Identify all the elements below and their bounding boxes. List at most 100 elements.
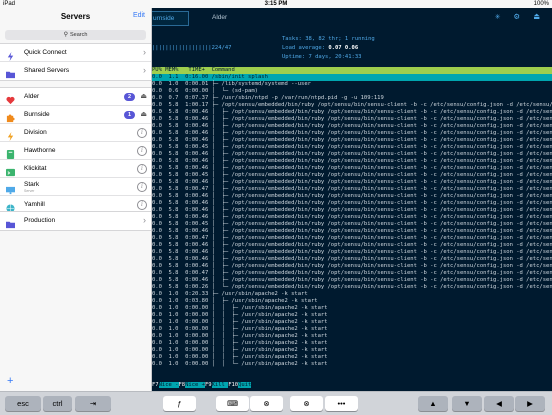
- keyboard-key[interactable]: ⌨: [216, 396, 249, 411]
- process-row: 0.0 5.8 0:00.46 │ ├─ /opt/sensu/embedded…: [152, 109, 552, 115]
- groups-section: Production ›: [0, 211, 151, 231]
- process-row: 0.0 5.8 0:00.46 │ ├─ /opt/sensu/embedded…: [152, 249, 552, 255]
- sidebar-item-label: Quick Connect: [24, 49, 67, 56]
- process-row: 0.0 1.0 0:00.00 │ │ ├─ /usr/sbin/apache2…: [152, 312, 328, 318]
- summary-key: Load average:: [282, 45, 329, 51]
- search-field[interactable]: ⚲ Search: [5, 30, 146, 40]
- process-row: 0.0 5.8 0:00.46 │ ├─ /opt/sensu/embedded…: [152, 214, 552, 220]
- sidebar-item-division[interactable]: Division i: [0, 124, 151, 142]
- function-key[interactable]: ƒ: [163, 396, 196, 411]
- sidebar-item-label: Stark: [24, 181, 40, 188]
- terminal-view[interactable]: urnside Alder ✳ ⚙ ⏏ Tasks: 38, 82 thr; 1…: [152, 8, 552, 391]
- function-key-label[interactable]: Kill: [211, 382, 229, 388]
- htop-summary-line: Uptime: 7 days, 20:41:33: [282, 54, 361, 61]
- puzzle-icon: [6, 110, 15, 123]
- sidebar-item-klickitat[interactable]: Klickitat i: [0, 160, 151, 178]
- process-row: 0.0 1.0 0:20.33 ├─ /usr/sbin/apache2 -k …: [152, 291, 308, 297]
- summary-key: Tasks:: [282, 36, 306, 42]
- summary-value: 7 days, 20:41:33: [308, 54, 362, 60]
- process-row: 0.0 5.8 0:00.46 │ ├─ /opt/sensu/embedded…: [152, 130, 552, 136]
- process-row: 0.0 5.8 0:00.47 │ ├─ /opt/sensu/embedded…: [152, 235, 552, 241]
- chevron-right-icon: ›: [143, 65, 146, 75]
- process-row: 0.0 5.8 0:00.46 │ ├─ /opt/sensu/embedded…: [152, 165, 552, 171]
- sidebar-item-shared-servers[interactable]: Shared Servers ›: [0, 62, 151, 80]
- function-key-f7[interactable]: F7: [152, 382, 159, 388]
- eject-icon[interactable]: ⏏: [140, 92, 147, 100]
- process-row: 0.0 5.8 0:00.47 │ ├─ /opt/sensu/embedded…: [152, 186, 552, 192]
- server-sidebar: Servers Edit ⚲ Search Quick Connect › Share…: [0, 8, 152, 391]
- process-row: 0.0 1.0 0:00.00 │ │ ├─ /usr/sbin/apache2…: [152, 319, 328, 325]
- process-row: 0.0 5.8 0:00.45 │ ├─ /opt/sensu/embedded…: [152, 221, 552, 227]
- eject-icon[interactable]: ⏏: [140, 110, 147, 118]
- sidebar-item-sublabel: Server: [24, 189, 35, 193]
- delete-key[interactable]: ⊗: [290, 396, 323, 411]
- sidebar-item-label: Production: [24, 217, 56, 224]
- tab-burnside[interactable]: urnside: [152, 11, 189, 26]
- battery-label: 100%: [533, 1, 549, 7]
- process-row: 0.0 1.0 0:00.00 │ │ ├─ /usr/sbin/apache2…: [152, 333, 328, 339]
- edit-button[interactable]: Edit: [133, 12, 145, 19]
- arrow-down-key[interactable]: ▼: [452, 396, 482, 411]
- ctrl-key[interactable]: ctrl: [43, 396, 72, 411]
- tab-bar: urnside Alder ✳ ⚙ ⏏: [152, 8, 552, 26]
- arrow-right-key[interactable]: ▶: [515, 396, 545, 411]
- function-key-label[interactable]: Nice -: [158, 382, 179, 388]
- process-row: 0.0 1.0 0:00.00 │ │ ├─ /usr/sbin/apache2…: [152, 305, 328, 311]
- sidebar-item-burnside[interactable]: Burnside 1 ⏏: [0, 106, 151, 124]
- info-icon[interactable]: i: [137, 182, 147, 192]
- chevron-right-icon: ›: [143, 215, 146, 225]
- process-row: 0.0 5.8 0:00.46 │ ├─ /opt/sensu/embedded…: [152, 242, 552, 248]
- process-row: 0.0 5.8 1:00.17 ├─ /opt/sensu/embedded/b…: [152, 102, 552, 108]
- process-row: 0.0 5.8 0:00.46 │ ├─ /opt/sensu/embedded…: [152, 123, 552, 129]
- sidebar-item-hawthorne[interactable]: Hawthorne i: [0, 142, 151, 160]
- info-icon[interactable]: i: [137, 200, 147, 210]
- esc-key[interactable]: esc: [5, 396, 41, 411]
- lightning-icon: [6, 128, 15, 141]
- sidebar-title: Servers: [60, 12, 91, 21]
- process-row: 0.0 5.8 0:00.46 │ ├─ /opt/sensu/embedded…: [152, 277, 552, 283]
- quick-section: Quick Connect › Shared Servers ›: [0, 43, 151, 81]
- process-row: 0.0 5.8 0:00.46 │ ├─ /opt/sensu/embedded…: [152, 200, 552, 206]
- htop-summary-line: Tasks: 38, 82 thr; 1 running: [282, 36, 375, 43]
- tab-alder[interactable]: Alder: [212, 14, 227, 21]
- sidebar-item-label: Division: [24, 129, 47, 136]
- function-key-label[interactable]: Quit: [238, 382, 252, 388]
- more-key[interactable]: •••: [325, 396, 358, 411]
- sparkle-icon[interactable]: ✳: [495, 12, 500, 22]
- search-placeholder: Search: [69, 32, 88, 38]
- process-row: 0.0 1.0 0:00.00 │ │ ├─ /usr/sbin/apache2…: [152, 340, 328, 346]
- info-icon[interactable]: i: [137, 146, 147, 156]
- sidebar-item-quick-connect[interactable]: Quick Connect ›: [0, 44, 151, 62]
- clear-key[interactable]: ⊗: [250, 396, 283, 411]
- arrow-up-key[interactable]: ▲: [418, 396, 448, 411]
- process-row: 0.0 5.8 0:00.47 │ ├─ /opt/sensu/embedded…: [152, 270, 552, 276]
- process-row: 0.0 5.8 0:00.26 │ └─ /opt/sensu/embedded…: [152, 284, 552, 290]
- sidebar-item-label: Klickitat: [24, 165, 47, 172]
- sidebar-item-alder[interactable]: Alder 2 ⏏: [0, 88, 151, 106]
- sidebar-item-label: Hawthorne: [24, 147, 56, 154]
- process-row: 0.0 1.0 0:03.80 │ ├─ /usr/sbin/apache2 -…: [152, 298, 318, 304]
- process-table-header: PU% MEM% TIME+ Command: [152, 67, 552, 74]
- process-row: 0.0 5.8 0:00.46 │ ├─ /opt/sensu/embedded…: [152, 116, 552, 122]
- info-icon[interactable]: i: [137, 164, 147, 174]
- sidebar-item-label: Shared Servers: [24, 67, 70, 74]
- eject-icon[interactable]: ⏏: [534, 12, 539, 22]
- add-server-button[interactable]: +: [7, 376, 13, 387]
- function-key-f10[interactable]: F10: [228, 382, 239, 388]
- gear-icon[interactable]: ⚙: [514, 12, 519, 22]
- process-row: 0.0 5.8 0:00.46 │ ├─ /opt/sensu/embedded…: [152, 228, 552, 234]
- arrow-left-key[interactable]: ◀: [484, 396, 514, 411]
- function-key-f9[interactable]: F9: [205, 382, 212, 388]
- function-key-bar: F7Nice -F8Nice +F9Kill F10Quit: [152, 381, 552, 389]
- summary-value: 38, 82 thr; 1 running: [305, 36, 375, 42]
- process-row: 0.0 5.8 0:00.45 │ ├─ /opt/sensu/embedded…: [152, 144, 552, 150]
- function-key-label[interactable]: Nice +: [185, 382, 205, 388]
- tab-key[interactable]: ⇥: [75, 396, 111, 411]
- book-icon: [6, 146, 15, 159]
- sidebar-item-stark[interactable]: Stark Server i: [0, 178, 151, 196]
- summary-value: 0.07 0.06: [328, 45, 359, 51]
- servers-section: Alder 2 ⏏ Burnside 1 ⏏ Division i Hawthorne i Klic…: [0, 87, 151, 215]
- sidebar-item-production[interactable]: Production ›: [0, 212, 151, 230]
- process-row: 0.0 5.8 0:00.46 │ ├─ /opt/sensu/embedded…: [152, 158, 552, 164]
- info-icon[interactable]: i: [137, 128, 147, 138]
